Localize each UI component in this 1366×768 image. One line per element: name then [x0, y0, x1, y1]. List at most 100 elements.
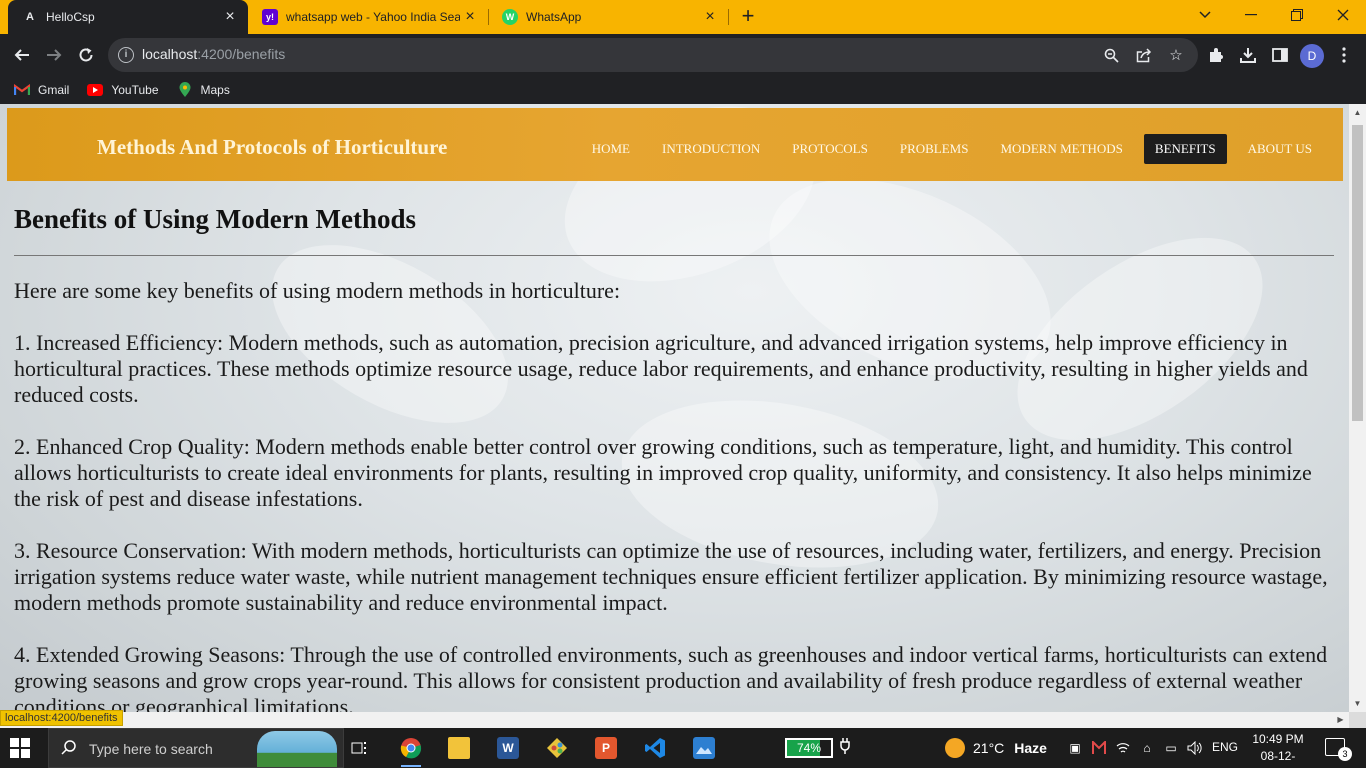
clock-date: 08-12-2023 — [1260, 749, 1296, 768]
profile-avatar[interactable]: D — [1300, 44, 1324, 68]
close-window-button[interactable] — [1320, 0, 1366, 30]
share-icon[interactable] — [1135, 46, 1153, 64]
vscode-icon[interactable] — [639, 732, 671, 764]
benefit-item: 4. Extended Growing Seasons: Through the… — [14, 642, 1328, 719]
bookmark-label: Maps — [200, 83, 230, 97]
presentation-app-icon[interactable]: P — [590, 732, 622, 764]
windows-taskbar: Type here to search W P 74% 21°C Haze ▣ — [0, 728, 1366, 768]
nav-problems[interactable]: PROBLEMS — [889, 134, 980, 164]
side-panel-icon[interactable] — [1268, 43, 1292, 67]
kebab-menu-icon[interactable] — [1332, 43, 1356, 67]
address-url[interactable]: localhost:4200/benefits — [142, 46, 285, 62]
url-path: :4200/benefits — [197, 46, 286, 62]
weather-widget[interactable]: 21°C Haze — [945, 738, 1047, 758]
bookmarks-bar: Gmail YouTube Maps — [0, 76, 1366, 104]
site-info-icon[interactable]: i — [118, 47, 134, 63]
bookmark-maps[interactable]: Maps — [177, 82, 230, 98]
extensions-puzzle-icon[interactable] — [1204, 43, 1228, 67]
tab-yahoo-search[interactable]: y! whatsapp web - Yahoo India Sear × — [248, 0, 488, 34]
network-icon[interactable]: ⌂ — [1139, 740, 1155, 756]
status-bar-url: localhost:4200/benefits — [0, 710, 123, 726]
tab-whatsapp[interactable]: W WhatsApp × — [488, 0, 728, 34]
vertical-scrollbar[interactable]: ▲ ▼ — [1349, 104, 1366, 712]
bookmark-gmail[interactable]: Gmail — [14, 82, 69, 98]
site-title[interactable]: Methods And Protocols of Horticulture — [97, 135, 447, 160]
wifi-icon[interactable] — [1115, 740, 1131, 756]
close-tab-icon[interactable]: × — [700, 7, 720, 27]
file-explorer-icon[interactable] — [443, 732, 475, 764]
url-host: localhost — [142, 46, 198, 62]
whatsapp-favicon-icon: W — [502, 9, 518, 25]
site-header: Methods And Protocols of Horticulture HO… — [7, 108, 1343, 181]
forward-arrow-icon[interactable] — [42, 43, 66, 67]
address-bar[interactable]: i localhost:4200/benefits ☆ — [108, 38, 1198, 72]
display-icon[interactable]: ▭ — [1163, 740, 1179, 756]
scroll-down-arrow-icon[interactable]: ▼ — [1349, 695, 1366, 712]
restore-button[interactable] — [1274, 0, 1320, 30]
minimize-button[interactable] — [1228, 0, 1274, 30]
benefit-item: 2. Enhanced Crop Quality: Modern methods… — [14, 434, 1312, 511]
input-language[interactable]: ENG — [1212, 740, 1238, 754]
zoom-icon[interactable] — [1102, 46, 1120, 64]
weather-temp: 21°C — [973, 740, 1005, 756]
page-title: Benefits of Using Modern Methods — [14, 204, 416, 234]
charging-plug-icon — [840, 738, 850, 757]
nav-home[interactable]: HOME — [581, 134, 641, 164]
task-view-icon[interactable] — [344, 732, 376, 764]
benefits-content: Here are some key benefits of using mode… — [14, 278, 1334, 728]
back-arrow-icon[interactable] — [10, 43, 34, 67]
weather-description: Haze — [1014, 740, 1047, 756]
bookmark-label: Gmail — [38, 83, 70, 97]
active-app-indicator — [401, 765, 421, 767]
close-tab-icon[interactable]: × — [220, 7, 240, 27]
main-nav: HOME INTRODUCTION PROTOCOLS PROBLEMS MOD… — [571, 134, 1323, 164]
page-viewport: Methods And Protocols of Horticulture HO… — [0, 104, 1366, 728]
taskbar-search-box[interactable]: Type here to search — [48, 728, 344, 768]
scroll-up-arrow-icon[interactable]: ▲ — [1349, 104, 1366, 121]
scrollbar-corner — [1349, 712, 1366, 728]
tab-label: HelloCsp — [46, 10, 95, 24]
tab-label: WhatsApp — [526, 10, 582, 24]
chrome-taskbar-icon[interactable] — [395, 732, 427, 767]
battery-indicator[interactable]: 74% — [785, 738, 833, 758]
scroll-right-arrow-icon[interactable]: ▶ — [1332, 712, 1349, 728]
nav-modern-methods[interactable]: MODERN METHODS — [989, 134, 1133, 164]
photos-icon[interactable] — [688, 732, 720, 764]
angular-favicon-icon: A — [26, 11, 34, 23]
bookmark-star-icon[interactable]: ☆ — [1167, 46, 1185, 64]
volume-icon[interactable] — [1187, 740, 1203, 756]
search-icon — [61, 739, 77, 760]
browser-toolbar: i localhost:4200/benefits ☆ D — [0, 34, 1366, 76]
tab-search-chevron-down-icon[interactable] — [1182, 0, 1228, 30]
tab-label: whatsapp web - Yahoo India Sear — [286, 10, 460, 24]
vertical-scroll-thumb[interactable] — [1352, 125, 1363, 421]
new-tab-button[interactable]: + — [736, 5, 760, 29]
reload-icon[interactable] — [74, 43, 98, 67]
notification-count-badge: 3 — [1338, 747, 1352, 761]
divider — [14, 255, 1334, 256]
windows-start-icon[interactable] — [10, 738, 30, 758]
clock-time: 10:49 PM — [1252, 732, 1304, 746]
meet-now-icon[interactable]: ▣ — [1067, 740, 1083, 756]
youtube-icon — [87, 82, 104, 98]
nav-about-us[interactable]: ABOUT US — [1237, 134, 1323, 164]
git-tool-icon[interactable] — [541, 732, 573, 764]
horizontal-scrollbar[interactable]: ▶ — [0, 712, 1349, 728]
gmail-icon — [14, 82, 30, 98]
tab-hellocsp[interactable]: A HelloCsp × — [8, 0, 248, 34]
weather-icon — [945, 738, 965, 758]
close-tab-icon[interactable]: × — [460, 7, 480, 27]
bookmark-youtube[interactable]: YouTube — [87, 82, 159, 98]
search-placeholder: Type here to search — [89, 741, 213, 757]
bookmark-label: YouTube — [111, 83, 159, 97]
nav-benefits[interactable]: BENEFITS — [1143, 134, 1227, 164]
word-icon[interactable]: W — [492, 732, 524, 764]
antivirus-icon[interactable] — [1091, 740, 1107, 756]
downloads-icon[interactable] — [1236, 43, 1260, 67]
yahoo-favicon-icon: y! — [262, 9, 278, 25]
notification-center-icon[interactable]: 3 — [1325, 738, 1352, 761]
benefit-item: 3. Resource Conservation: With modern me… — [14, 538, 1328, 615]
nav-protocols[interactable]: PROTOCOLS — [781, 134, 879, 164]
nav-introduction[interactable]: INTRODUCTION — [651, 134, 771, 164]
system-clock[interactable]: 10:49 PM 08-12-2023 — [1250, 731, 1306, 768]
